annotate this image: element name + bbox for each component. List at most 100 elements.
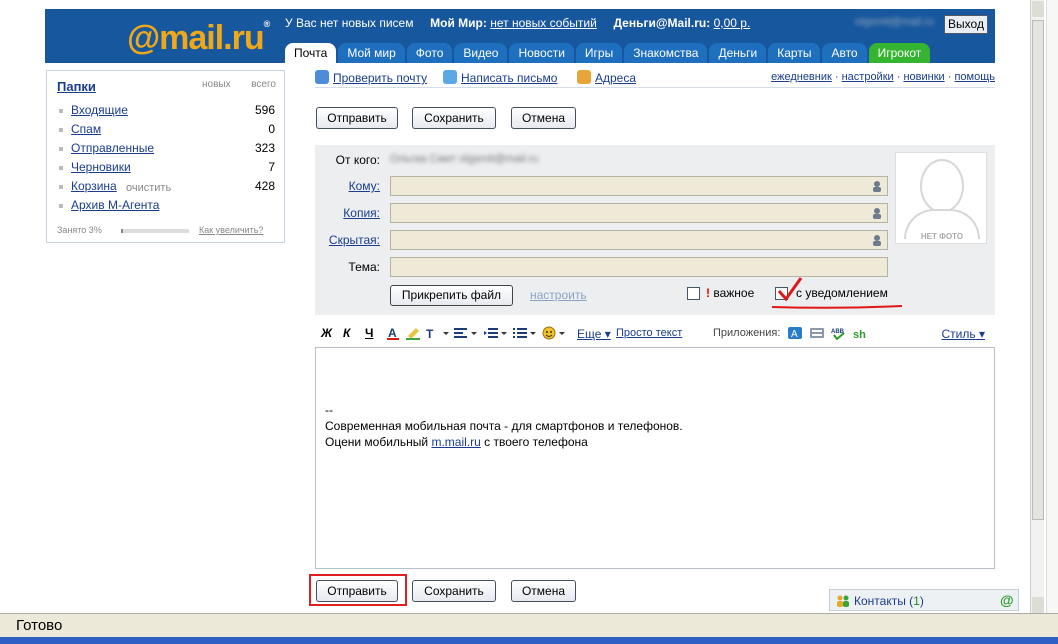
folder-archive[interactable]: Архив М-Агента: [57, 198, 275, 214]
logo-text: @mail.ru: [127, 19, 265, 57]
more-label[interactable]: Еще: [577, 327, 601, 341]
folder-drafts[interactable]: Черновики 7: [57, 160, 275, 176]
bold-button[interactable]: Ж: [321, 326, 332, 340]
folder-inbox[interactable]: Входящие 596: [57, 103, 275, 119]
cancel-button-bottom[interactable]: Отмена: [511, 580, 576, 602]
list-icon[interactable]: [512, 326, 536, 340]
italic-button[interactable]: К: [343, 326, 350, 340]
tab-news[interactable]: Новости: [509, 43, 574, 63]
planner-link[interactable]: ежедневник: [771, 71, 832, 83]
folder-name[interactable]: Входящие: [71, 103, 128, 117]
agent-icon[interactable]: @: [1000, 592, 1014, 608]
scroll-down-arrow-icon[interactable]: [1032, 597, 1044, 613]
tab-dating[interactable]: Знакомства: [624, 43, 708, 63]
tab-games[interactable]: Игры: [575, 43, 623, 63]
logout-button[interactable]: Выход: [944, 15, 988, 34]
scroll-up-arrow-icon[interactable]: [1032, 1, 1044, 17]
indent-icon[interactable]: [483, 326, 507, 340]
clear-trash-label[interactable]: очистить: [126, 182, 171, 194]
signature-line-2: Оцени мобильный m.mail.ru с твоего телеф…: [325, 434, 588, 450]
tab-mail[interactable]: Почта: [285, 43, 337, 63]
tab-video[interactable]: Видео: [454, 43, 508, 63]
service-tabs: Почта Мой мир Фото Видео Новости Игры Зн…: [285, 43, 932, 63]
folder-name[interactable]: Архив М-Агента: [71, 198, 159, 212]
save-button-bottom[interactable]: Сохранить: [412, 580, 496, 602]
notify-option[interactable]: с уведомлением: [775, 286, 888, 300]
bullet-icon: [59, 109, 63, 113]
bcc-label[interactable]: Скрытая:: [315, 233, 380, 247]
style-dropdown[interactable]: Стиль ▾: [942, 327, 985, 341]
message-body-editor[interactable]: -- Современная мобильная почта - для сма…: [315, 347, 995, 569]
keyboard-app-icon[interactable]: [809, 326, 825, 340]
font-size-icon[interactable]: T: [425, 326, 449, 340]
money-link[interactable]: 0,00 р.: [714, 16, 751, 30]
more-button[interactable]: Еще ▾: [577, 327, 611, 341]
addresses-link[interactable]: Адреса: [577, 70, 636, 85]
settings-link[interactable]: настройки: [842, 71, 894, 83]
cancel-button-top[interactable]: Отмена: [511, 107, 576, 129]
addresses-label[interactable]: Адреса: [595, 71, 636, 85]
send-button-top[interactable]: Отправить: [316, 107, 398, 129]
bcc-field[interactable]: [390, 230, 888, 250]
important-checkbox[interactable]: [687, 287, 700, 300]
font-color-icon[interactable]: A: [385, 326, 401, 340]
help-link[interactable]: помощь: [954, 71, 995, 83]
tab-maps[interactable]: Карты: [768, 43, 821, 63]
folder-trash[interactable]: Корзина очистить 428: [57, 179, 275, 195]
contact-picker-icon[interactable]: [871, 180, 883, 192]
news-link[interactable]: новинки: [903, 71, 944, 83]
folder-name[interactable]: Черновики: [71, 160, 131, 174]
cc-field[interactable]: [390, 203, 888, 223]
underline-button[interactable]: Ч: [365, 326, 373, 340]
cc-label[interactable]: Копия:: [315, 206, 380, 220]
bullet-icon: [59, 166, 63, 170]
style-label[interactable]: Стиль: [942, 327, 976, 341]
folders-panel: Папки новых всего Входящие 596 Спам 0 Отпр…: [46, 70, 285, 243]
taskbar: [0, 637, 1058, 644]
write-letter-link[interactable]: Написать письмо: [443, 70, 557, 85]
transliterate-app-icon[interactable]: sh: [853, 326, 869, 340]
mailru-logo[interactable]: @mail.ru®: [127, 19, 270, 58]
contacts-label[interactable]: Контакты (1): [854, 594, 924, 608]
important-option[interactable]: ! важное: [687, 286, 754, 300]
smiley-icon[interactable]: [541, 326, 565, 340]
tab-photo[interactable]: Фото: [406, 43, 453, 63]
tab-money[interactable]: Деньги: [709, 43, 767, 63]
save-button-top[interactable]: Сохранить: [412, 107, 496, 129]
attach-file-button[interactable]: Прикрепить файл: [390, 285, 513, 306]
configure-link[interactable]: настроить: [530, 288, 587, 302]
vertical-scrollbar[interactable]: [1030, 0, 1044, 614]
to-field[interactable]: [390, 176, 888, 196]
mobile-mail-link[interactable]: m.mail.ru: [431, 435, 480, 449]
contacts-panel[interactable]: Контакты (1) @: [829, 589, 1019, 611]
spellcheck-app-icon[interactable]: ABB: [831, 326, 847, 340]
folders-title[interactable]: Папки: [57, 79, 96, 94]
tab-igrokot[interactable]: Игрокот: [868, 43, 931, 63]
important-mark: !: [706, 286, 710, 300]
my-world-link[interactable]: нет новых событий: [490, 16, 597, 30]
subject-field[interactable]: [390, 257, 888, 277]
svg-text:T: T: [426, 327, 434, 340]
tab-auto[interactable]: Авто: [822, 43, 867, 63]
contact-picker-icon[interactable]: [871, 207, 883, 219]
check-mail-label[interactable]: Проверить почту: [333, 71, 427, 85]
scroll-thumb[interactable]: [1032, 20, 1044, 520]
status-text: Готово: [16, 617, 63, 634]
translate-app-icon[interactable]: A: [787, 326, 803, 340]
folder-name[interactable]: Корзина: [71, 179, 117, 193]
bullet-icon: [59, 147, 63, 151]
check-mail-link[interactable]: Проверить почту: [315, 70, 427, 85]
tab-my-world[interactable]: Мой мир: [338, 43, 405, 63]
align-icon[interactable]: [453, 326, 477, 340]
folder-sent[interactable]: Отправленные 323: [57, 141, 275, 157]
write-letter-label[interactable]: Написать письмо: [461, 71, 557, 85]
highlight-icon[interactable]: [405, 326, 421, 340]
folder-spam[interactable]: Спам 0: [57, 122, 275, 138]
clear-trash-link[interactable]: очистить: [123, 180, 171, 194]
folder-name[interactable]: Отправленные: [71, 141, 154, 155]
to-label[interactable]: Кому:: [315, 179, 380, 193]
contact-picker-icon[interactable]: [871, 234, 883, 246]
folder-name[interactable]: Спам: [71, 122, 101, 136]
plain-text-link[interactable]: Просто текст: [616, 327, 682, 339]
quota-increase-link[interactable]: Как увеличить?: [199, 225, 263, 235]
